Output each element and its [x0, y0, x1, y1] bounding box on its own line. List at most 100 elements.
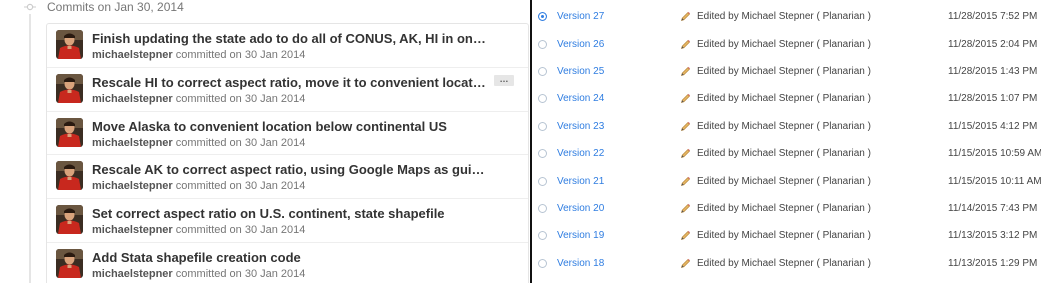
commit-row[interactable]: Rescale AK to correct aspect ratio, usin…	[47, 155, 528, 200]
pencil-icon	[680, 230, 691, 241]
commit-title-link[interactable]: Rescale AK to correct aspect ratio, usin…	[92, 161, 486, 178]
version-row[interactable]: Version 25 Edited by Michael Stepner ( P…	[532, 58, 1041, 85]
edited-by-text: Edited by Michael Stepner ( Planarian )	[697, 230, 871, 242]
version-row[interactable]: Version 22 Edited by Michael Stepner ( P…	[532, 140, 1041, 167]
version-link[interactable]: Version 25	[557, 66, 604, 77]
commit-row[interactable]: Rescale HI to correct aspect ratio, move…	[47, 68, 528, 112]
edited-by-text: Edited by Michael Stepner ( Planarian )	[697, 11, 871, 23]
version-timestamp: 11/15/2015 10:59 AM	[948, 148, 1041, 160]
version-radio[interactable]	[538, 149, 547, 159]
edited-by-text: Edited by Michael Stepner ( Planarian )	[697, 93, 871, 105]
version-link[interactable]: Version 22	[557, 148, 604, 159]
version-link[interactable]: Version 21	[557, 176, 604, 187]
version-timestamp: 11/28/2015 1:43 PM	[948, 65, 1038, 77]
version-row[interactable]: Version 18 Edited by Michael Stepner ( P…	[532, 250, 1041, 277]
versions-pane: Version 27 Edited by Michael Stepner ( P…	[532, 0, 1041, 283]
commit-title-link[interactable]: Rescale HI to correct aspect ratio, move…	[92, 74, 486, 91]
avatar[interactable]	[56, 248, 83, 278]
edited-by-text: Edited by Michael Stepner ( Planarian )	[697, 148, 871, 160]
timeline-line	[29, 14, 31, 283]
pencil-icon	[680, 93, 691, 104]
version-link[interactable]: Version 18	[557, 258, 604, 269]
commit-meta: michaelstepner committed on 30 Jan 2014	[92, 92, 486, 106]
commit-date-text: committed on 30 Jan 2014	[172, 49, 306, 61]
version-link[interactable]: Version 27	[557, 11, 604, 22]
commit-body: Move Alaska to convenient location below…	[92, 118, 447, 150]
version-radio[interactable]	[538, 121, 547, 131]
commit-meta: michaelstepner committed on 30 Jan 2014	[92, 223, 445, 237]
version-timestamp: 11/15/2015 4:12 PM	[948, 120, 1038, 132]
avatar[interactable]	[56, 73, 83, 103]
pencil-icon	[680, 11, 691, 22]
version-timestamp: 11/28/2015 1:07 PM	[948, 93, 1038, 105]
version-timestamp: 11/14/2015 7:43 PM	[948, 202, 1038, 214]
version-radio[interactable]	[538, 94, 547, 104]
edited-by-text: Edited by Michael Stepner ( Planarian )	[697, 257, 871, 269]
version-row[interactable]: Version 19 Edited by Michael Stepner ( P…	[532, 222, 1041, 249]
version-row[interactable]: Version 24 Edited by Michael Stepner ( P…	[532, 85, 1041, 112]
commits-date-label: Commits on Jan 30, 2014	[47, 0, 184, 14]
expand-message-button[interactable]: …	[494, 74, 514, 86]
commit-meta: michaelstepner committed on 30 Jan 2014	[92, 267, 305, 281]
commit-title-link[interactable]: Set correct aspect ratio on U.S. contine…	[92, 205, 445, 222]
commit-date-text: committed on 30 Jan 2014	[172, 267, 306, 280]
version-radio[interactable]	[538, 39, 547, 49]
edited-by-text: Edited by Michael Stepner ( Planarian )	[697, 202, 871, 214]
version-radio[interactable]	[538, 66, 547, 76]
commit-title-link[interactable]: Add Stata shapefile creation code	[92, 249, 305, 266]
edited-by-text: Edited by Michael Stepner ( Planarian )	[697, 38, 871, 50]
version-radio[interactable]	[538, 12, 547, 22]
commit-body: Rescale HI to correct aspect ratio, move…	[92, 74, 486, 106]
edited-by-text: Edited by Michael Stepner ( Planarian )	[697, 175, 871, 187]
commits-date-header: Commits on Jan 30, 2014	[24, 0, 184, 14]
commits-pane: Commits on Jan 30, 2014 Finish updating …	[0, 0, 530, 283]
version-link[interactable]: Version 26	[557, 39, 604, 50]
commit-author-link[interactable]: michaelstepner	[92, 180, 173, 192]
version-timestamp: 11/13/2015 3:12 PM	[948, 230, 1038, 242]
avatar[interactable]	[56, 205, 83, 235]
avatar[interactable]	[56, 161, 83, 191]
version-link[interactable]: Version 19	[557, 230, 604, 241]
pencil-icon	[680, 66, 691, 77]
commit-meta: michaelstepner committed on 30 Jan 2014	[92, 136, 447, 150]
commit-body: Add Stata shapefile creation code michae…	[92, 249, 305, 281]
commit-body: Set correct aspect ratio on U.S. contine…	[92, 205, 445, 237]
version-link[interactable]: Version 24	[557, 93, 604, 104]
version-timestamp: 11/28/2015 2:04 PM	[948, 38, 1038, 50]
version-row[interactable]: Version 21 Edited by Michael Stepner ( P…	[532, 167, 1041, 194]
commit-title-link[interactable]: Finish updating the state ado to do all …	[92, 30, 486, 47]
commit-date-text: committed on 30 Jan 2014	[172, 224, 306, 237]
edited-by-text: Edited by Michael Stepner ( Planarian )	[697, 65, 871, 77]
commit-author-link[interactable]: michaelstepner	[92, 137, 173, 149]
commit-row[interactable]: Finish updating the state ado to do all …	[47, 24, 528, 68]
commit-date-text: committed on 30 Jan 2014	[172, 180, 306, 193]
version-row[interactable]: Version 26 Edited by Michael Stepner ( P…	[532, 30, 1041, 57]
pencil-icon	[680, 258, 691, 269]
version-row[interactable]: Version 23 Edited by Michael Stepner ( P…	[532, 113, 1041, 140]
commit-row[interactable]: Set correct aspect ratio on U.S. contine…	[47, 199, 528, 243]
avatar[interactable]	[56, 30, 83, 59]
commit-author-link[interactable]: michaelstepner	[92, 224, 173, 236]
commit-meta: michaelstepner committed on 30 Jan 2014	[92, 48, 486, 62]
commit-author-link[interactable]: michaelstepner	[92, 268, 173, 280]
version-radio[interactable]	[538, 231, 547, 241]
pencil-icon	[680, 39, 691, 50]
commit-list: Finish updating the state ado to do all …	[46, 23, 529, 283]
commit-author-link[interactable]: michaelstepner	[92, 49, 173, 61]
version-radio[interactable]	[538, 258, 547, 268]
pencil-icon	[680, 203, 691, 214]
commit-row[interactable]: Move Alaska to convenient location below…	[47, 112, 528, 156]
version-link[interactable]: Version 23	[557, 121, 604, 132]
pencil-icon	[680, 176, 691, 187]
commit-body: Finish updating the state ado to do all …	[92, 30, 486, 62]
version-row[interactable]: Version 20 Edited by Michael Stepner ( P…	[532, 195, 1041, 222]
commit-title-link[interactable]: Move Alaska to convenient location below…	[92, 118, 447, 135]
avatar[interactable]	[56, 117, 83, 147]
commit-author-link[interactable]: michaelstepner	[92, 93, 173, 105]
version-radio[interactable]	[538, 176, 547, 186]
commit-body: Rescale AK to correct aspect ratio, usin…	[92, 161, 486, 193]
version-row[interactable]: Version 27 Edited by Michael Stepner ( P…	[532, 3, 1041, 30]
version-link[interactable]: Version 20	[557, 203, 604, 214]
version-radio[interactable]	[538, 203, 547, 213]
commit-row[interactable]: Add Stata shapefile creation code michae…	[47, 243, 528, 283]
